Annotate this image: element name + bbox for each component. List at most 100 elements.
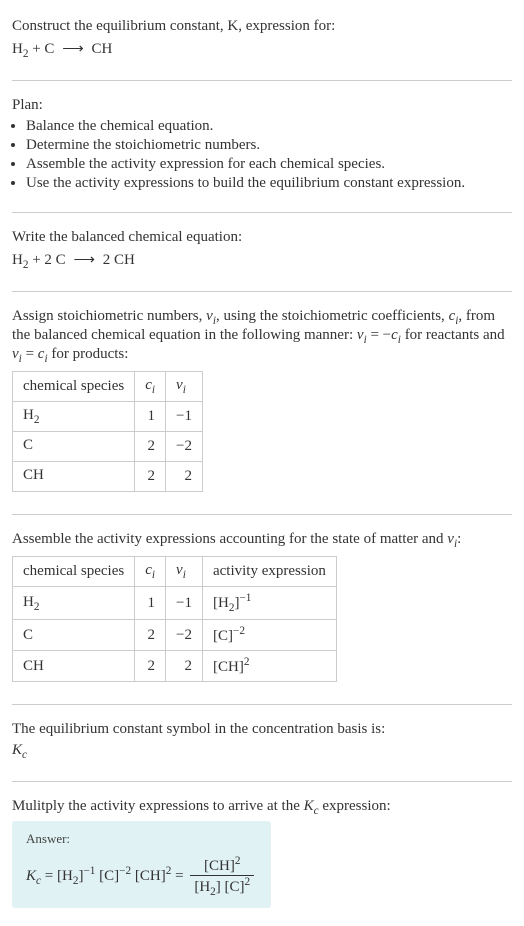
- balanced-section: Write the balanced chemical equation: H2…: [12, 221, 512, 283]
- ans-t1exp: −1: [83, 865, 95, 877]
- multiply-text: Mulitply the activity expressions to arr…: [12, 798, 512, 817]
- nui-b: i: [183, 569, 186, 581]
- ans-t2a: [C]: [95, 868, 119, 884]
- col-ci: ci: [135, 372, 166, 402]
- assemble-t2: :: [457, 531, 461, 547]
- species-cell: CH: [13, 462, 135, 492]
- assign-t5: for products:: [48, 346, 129, 362]
- species-cell: H2: [13, 402, 135, 432]
- ci-cell: 2: [135, 432, 166, 462]
- assemble-section: Assemble the activity expressions accoun…: [12, 523, 512, 696]
- table-row: CH 2 2 [CH]2: [13, 651, 337, 682]
- sp-a: H: [23, 594, 34, 610]
- rel2b: =: [22, 346, 38, 362]
- table-row: C 2 −2 [C]−2: [13, 620, 337, 651]
- ci-b: i: [152, 569, 155, 581]
- sp-sub: 2: [34, 414, 40, 426]
- act-a: [CH: [213, 659, 239, 675]
- sp-a: H: [23, 407, 34, 423]
- sp-a: C: [23, 437, 33, 453]
- assemble-t1: Assemble the activity expressions accoun…: [12, 531, 447, 547]
- ci-cell: 1: [135, 587, 166, 620]
- eq-ch: CH: [88, 41, 113, 57]
- divider: [12, 80, 512, 81]
- sp-sub: 2: [34, 601, 40, 613]
- mult-t1: Mulitply the activity expressions to arr…: [12, 798, 304, 814]
- plan-item: Use the activity expressions to build th…: [26, 175, 512, 192]
- plan-item: Determine the stoichiometric numbers.: [26, 137, 512, 154]
- table-row: C 2 −2: [13, 432, 203, 462]
- nui-cell: 2: [166, 462, 203, 492]
- species-cell: H2: [13, 587, 135, 620]
- rel1b: = −: [367, 327, 391, 343]
- divider: [12, 291, 512, 292]
- frac-num: [CH]2: [190, 855, 254, 876]
- multiply-section: Mulitply the activity expressions to arr…: [12, 790, 512, 916]
- plan-list: Balance the chemical equation. Determine…: [12, 118, 512, 192]
- table-row: CH 2 2: [13, 462, 203, 492]
- divider: [12, 781, 512, 782]
- activity-cell: [C]−2: [202, 620, 336, 651]
- ci-a: c: [145, 377, 152, 393]
- divider: [12, 704, 512, 705]
- balanced-heading: Write the balanced chemical equation:: [12, 229, 512, 246]
- assign-section: Assign stoichiometric numbers, νi, using…: [12, 300, 512, 506]
- assign-t1: Assign stoichiometric numbers,: [12, 308, 206, 324]
- answer-label: Answer:: [26, 831, 257, 847]
- col-species: chemical species: [13, 557, 135, 587]
- act-a: [C: [213, 628, 228, 644]
- kc-k: K: [12, 742, 22, 758]
- prompt-equation: H2 + C ⟶ CH: [12, 39, 512, 60]
- ans-t3a: [CH]: [131, 868, 166, 884]
- divider: [12, 514, 512, 515]
- ci-b: i: [152, 384, 155, 396]
- den2a: [C]: [221, 879, 245, 895]
- col-nui: νi: [166, 557, 203, 587]
- nui-cell: −2: [166, 620, 203, 651]
- col-species: chemical species: [13, 372, 135, 402]
- col-ci: ci: [135, 557, 166, 587]
- ans-t1a: [H: [57, 868, 73, 884]
- kc-symbol: Kc: [12, 742, 512, 761]
- num-a: [CH]: [204, 858, 235, 874]
- species-cell: C: [13, 432, 135, 462]
- nui-cell: −1: [166, 402, 203, 432]
- assign-t2: , using the stoichiometric coefficients,: [216, 308, 449, 324]
- balanced-equation: H2 + 2 C ⟶ 2 CH: [12, 250, 512, 271]
- plan-item: Balance the chemical equation.: [26, 118, 512, 135]
- species-cell: CH: [13, 651, 135, 682]
- col-nui: νi: [166, 372, 203, 402]
- eq-plus-c: + C: [28, 41, 58, 57]
- activity-cell: [CH]2: [202, 651, 336, 682]
- assign-text: Assign stoichiometric numbers, νi, using…: [12, 308, 512, 365]
- ci-cell: 1: [135, 402, 166, 432]
- den1a: [H: [194, 879, 210, 895]
- arrow-icon: ⟶: [73, 250, 95, 269]
- assign-t4: for reactants and: [401, 327, 505, 343]
- nu-sym: ν: [206, 308, 213, 324]
- num-exp: 2: [235, 855, 241, 867]
- bal-h: H: [12, 252, 23, 268]
- den2exp: 2: [245, 876, 251, 888]
- ans-kc-a: K: [26, 868, 36, 884]
- kc-symbol-text: The equilibrium constant symbol in the c…: [12, 721, 512, 738]
- kc-symbol-section: The equilibrium constant symbol in the c…: [12, 713, 512, 773]
- arrow-icon: ⟶: [62, 39, 84, 58]
- kc-expression: Kc = [H2]−1 [C]−2 [CH]2 = [CH]2[H2] [C]2: [26, 855, 257, 898]
- ans-t2exp: −2: [119, 865, 131, 877]
- nui-cell: 2: [166, 651, 203, 682]
- prompt-section: Construct the equilibrium constant, K, e…: [12, 10, 512, 72]
- rel1c: c: [391, 327, 398, 343]
- answer-box: Answer: Kc = [H2]−1 [C]−2 [CH]2 = [CH]2[…: [12, 821, 271, 908]
- table-row: H2 1 −1: [13, 402, 203, 432]
- ans-eq2: =: [171, 868, 187, 884]
- sp-a: CH: [23, 658, 44, 674]
- mult-t2: expression:: [319, 798, 391, 814]
- eq-h: H: [12, 41, 23, 57]
- act-exp: 2: [244, 656, 250, 668]
- frac-den: [H2] [C]2: [190, 876, 254, 898]
- divider: [12, 212, 512, 213]
- ci-cell: 2: [135, 620, 166, 651]
- prompt-line1: Construct the equilibrium constant, K, e…: [12, 18, 335, 34]
- table-row: H2 1 −1 [H2]−1: [13, 587, 337, 620]
